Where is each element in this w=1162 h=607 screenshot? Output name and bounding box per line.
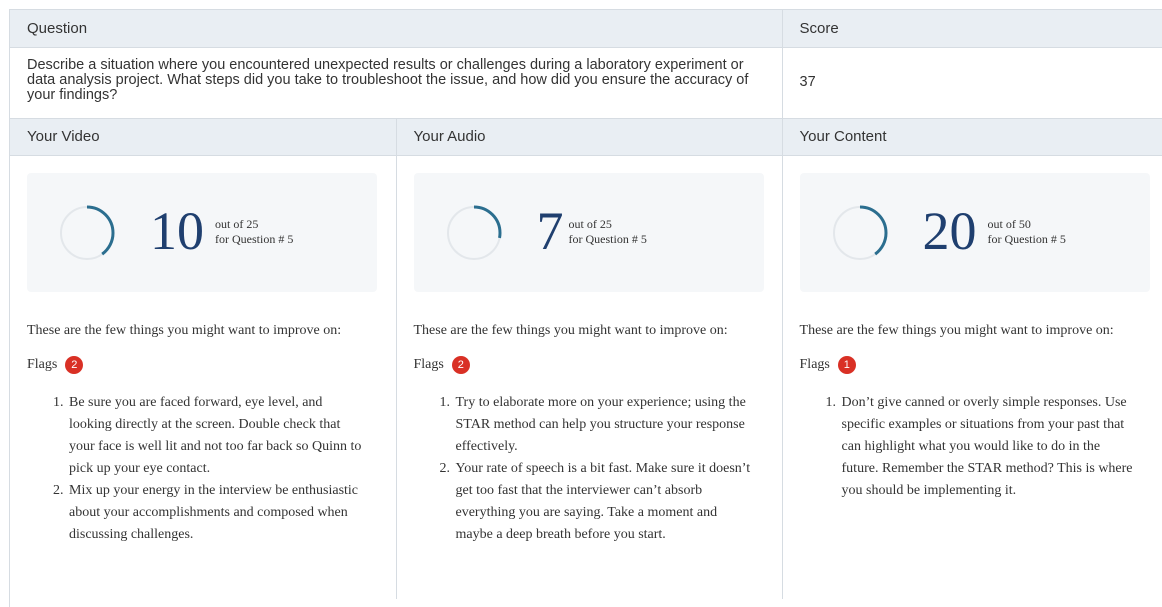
question-header: Question	[10, 10, 783, 48]
flag-item: Your rate of speech is a bit fast. Make …	[454, 458, 754, 546]
content-score-sub: out of 50 for Question # 5	[988, 217, 1066, 247]
out-of-label: out of 50	[987, 216, 1031, 231]
video-section: 10 out of 25 for Question # 5 These are …	[10, 155, 397, 599]
question-ref-label: for Question # 5	[215, 231, 294, 246]
flags-count-badge: 2	[65, 355, 84, 374]
flag-item: Mix up your energy in the interview be e…	[67, 480, 367, 546]
flags-count-badge: 2	[451, 355, 470, 374]
score-header: Score	[782, 10, 1162, 48]
audio-score: 7	[536, 200, 564, 261]
content-score-card: 20 out of 50 for Question # 5	[799, 172, 1150, 292]
audio-progress-ring	[446, 205, 501, 260]
out-of-label: out of 25	[215, 216, 259, 231]
question-ref-label: for Question # 5	[987, 231, 1066, 246]
results-table: Question Score Describe a situation wher…	[10, 10, 1162, 599]
content-score: 20	[922, 200, 977, 261]
flags-label: Flags	[799, 356, 830, 372]
improve-intro: These are the few things you might want …	[27, 322, 342, 338]
flags-row: Flags 2	[413, 355, 782, 374]
flags-row: Flags 1	[799, 355, 1162, 374]
audio-section: 7 out of 25 for Question # 5 These are t…	[396, 155, 783, 599]
content-progress-ring	[832, 205, 888, 260]
section-header-content: Your Content	[782, 118, 1162, 156]
content-section: 20 out of 50 for Question # 5 These are …	[782, 155, 1162, 599]
flags-label: Flags	[27, 356, 58, 372]
audio-score-sub: out of 25 for Question # 5	[569, 217, 647, 247]
flag-item: Try to elaborate more on your experience…	[454, 392, 754, 458]
question-ref-label: for Question # 5	[568, 231, 647, 246]
improve-intro: These are the few things you might want …	[799, 322, 1114, 338]
results-panel: Question Score Describe a situation wher…	[9, 9, 1162, 607]
flag-list: Be sure you are faced forward, eye level…	[27, 392, 367, 546]
question-text: Describe a situation where you encounter…	[10, 47, 783, 119]
section-header-audio: Your Audio	[396, 118, 783, 156]
flag-item: Don’t give canned or overly simple respo…	[840, 392, 1140, 502]
flag-list: Don’t give canned or overly simple respo…	[800, 392, 1140, 502]
flags-count-badge: 1	[837, 355, 856, 374]
video-score: 10	[150, 200, 204, 261]
audio-score-card: 7 out of 25 for Question # 5	[413, 172, 764, 292]
question-score: 37	[782, 47, 1162, 119]
flag-list: Try to elaborate more on your experience…	[414, 392, 754, 546]
flag-item: Be sure you are faced forward, eye level…	[67, 392, 367, 480]
section-header-video: Your Video	[10, 118, 397, 156]
improve-intro: These are the few things you might want …	[413, 322, 728, 338]
flags-label: Flags	[413, 356, 444, 372]
video-score-card: 10 out of 25 for Question # 5	[27, 172, 377, 292]
out-of-label: out of 25	[568, 216, 612, 231]
video-progress-ring	[59, 205, 115, 260]
video-score-sub: out of 25 for Question # 5	[215, 217, 293, 247]
flags-row: Flags 2	[27, 355, 396, 374]
